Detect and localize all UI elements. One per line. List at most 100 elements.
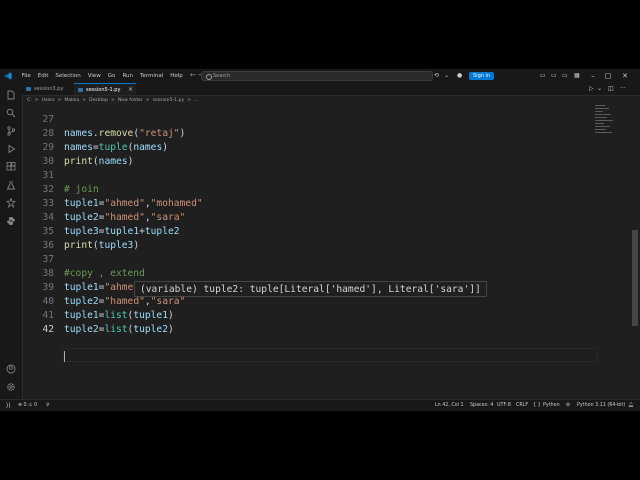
line-ending[interactable]: CRLF [516,400,528,411]
hover-tooltip: (variable) tuple2: tuple[Literal['hamed'… [134,281,487,297]
settings-sync-icon[interactable] [6,198,16,208]
code-text: # join [64,184,99,195]
code-editor[interactable]: 27 names.remove("retaj") 28 names=tuple(… [22,105,640,399]
code-line: 32 tuple1="ahmed","mohamed" [22,169,202,209]
search-icon [206,74,212,80]
menu-edit[interactable]: Edit [34,73,52,79]
code-line: 36 [22,225,57,251]
explorer-icon[interactable] [6,90,16,100]
chevron-down-icon[interactable]: ⌄ [597,85,602,92]
testing-flask-icon[interactable] [6,180,16,190]
breadcrumb-separator: > [82,98,87,103]
more-actions-icon[interactable]: ··· [620,85,626,92]
code-text: tuple2="hamed","sara" [64,212,186,223]
language-braces[interactable]: { } [533,400,541,411]
extensions-icon[interactable] [6,162,16,172]
code-text: names=tuple(names) [64,142,169,153]
run-debug-icon[interactable] [6,144,16,154]
code-text: tuple3=tuple1+tuple2 [64,226,180,237]
minimize-icon[interactable]: – [588,71,598,81]
code-line: 27 names.remove("retaj") [22,99,185,139]
menu-file[interactable]: File [18,73,34,79]
close-window-icon[interactable]: ✕ [620,71,630,81]
breadcrumb-separator: > [111,98,115,103]
breadcrumb-symbol[interactable]: ... [194,96,198,105]
code-text: tuple2=list(tuple2) [64,324,174,335]
code-line: 35 print(tuple3) [22,211,139,251]
gear-icon[interactable] [6,382,16,392]
accounts-icon[interactable] [6,364,16,374]
menu-view[interactable]: View [84,73,104,79]
menu-run[interactable]: Run [119,73,137,79]
tab-session3[interactable]: session3.py [22,83,74,95]
code-text: print(names) [64,156,134,167]
code-line: 41 tuple2=list(tuple2) [22,295,173,335]
breadcrumb-user[interactable]: Makka [64,96,79,105]
vertical-scrollbar[interactable] [632,230,638,326]
code-line: 28 names=tuple(names) [22,113,168,153]
tab-session5-1[interactable]: session5-1.py × [74,83,136,95]
python-file-icon [26,87,31,91]
code-line: 31 # join [22,155,98,195]
indentation[interactable]: Spaces: 4 [470,400,493,411]
copilot-icon[interactable]: ⟲ [434,72,439,79]
maximize-icon[interactable]: □ [603,71,613,81]
code-line: 38 tuple1="ahmed","mohamed" [22,253,202,293]
menu-terminal[interactable]: Terminal [136,73,166,79]
code-text: #copy , extend [64,268,145,279]
breadcrumb-separator: > [57,98,62,103]
source-control-icon[interactable] [6,126,16,136]
menu-help[interactable]: Help [167,73,187,79]
problems-count[interactable]: ⊗ 0 ⚠ 0 [18,400,37,411]
tab-label: session3.py [34,86,64,92]
search-placeholder: Search [213,73,231,79]
breadcrumb-separator: > [187,98,192,103]
code-line: 29 print(names) [22,127,133,167]
toggle-secondary-sidebar-icon[interactable]: ▭ [562,72,568,79]
breadcrumb-separator: > [145,98,150,103]
minimap[interactable] [595,105,625,145]
close-tab-icon[interactable]: × [128,84,133,96]
command-center-search[interactable]: Search [201,71,433,81]
notifications-icon[interactable]: 🔔︎ [628,400,634,411]
customize-layout-icon[interactable]: ▦ [574,72,580,79]
code-text: tuple2="hamed","sara" [64,296,186,307]
sign-in-button[interactable]: Sign in [469,72,495,80]
run-file-icon[interactable]: ▷ [589,85,594,92]
menu-selection[interactable]: Selection [52,73,84,79]
code-text: tuple1="ahmed","mohamed" [64,198,203,209]
code-text: tuple1=list(tuple1) [64,310,174,321]
python-interpreter[interactable]: Python 3.11 (64-bit) [577,400,625,411]
current-line-highlight [62,348,598,362]
code-text: print(tuple3) [64,240,140,251]
toggle-panel-icon[interactable]: ▭ [551,72,557,79]
toggle-sidebar-icon[interactable]: ▭ [540,72,546,79]
vscode-logo-icon [4,72,12,80]
code-line: 39 tuple2="hamed","sara" [22,267,185,307]
chevron-down-icon[interactable]: ⌄ [444,72,449,79]
python-icon[interactable] [6,216,16,226]
code-line: 42 [22,309,57,335]
code-line: 33 tuple2="hamed","sara" [22,183,185,223]
cursor-position[interactable]: Ln 42, Col 1 [435,400,464,411]
text-cursor [64,351,65,362]
menu-go[interactable]: Go [104,73,119,79]
code-line: 34 tuple3=tuple1+tuple2 [22,197,179,237]
breadcrumb-folder[interactable]: New folder [118,96,143,105]
breadcrumb-desktop[interactable]: Desktop [89,96,108,105]
python-file-icon [78,88,83,92]
account-icon[interactable]: ● [457,72,462,79]
title-bar: File Edit Selection View Go Run Terminal… [0,69,640,83]
encoding[interactable]: UTF-8 [497,400,511,411]
language-mode[interactable]: Python [543,400,560,411]
activity-bar [0,83,23,399]
line-number: 42 [42,324,54,335]
remote-icon[interactable]: ⟩⟨ [6,400,11,411]
code-line: 30 [22,141,57,167]
split-editor-icon[interactable]: ◫ [608,85,614,92]
ports-icon[interactable]: ⚲ [46,400,50,411]
vscode-window: File Edit Selection View Go Run Terminal… [0,69,640,411]
search-view-icon[interactable] [6,108,16,118]
interpreter-icon[interactable]: ⚙ [566,400,570,411]
breadcrumb-file[interactable]: session5-1.py [153,96,185,105]
